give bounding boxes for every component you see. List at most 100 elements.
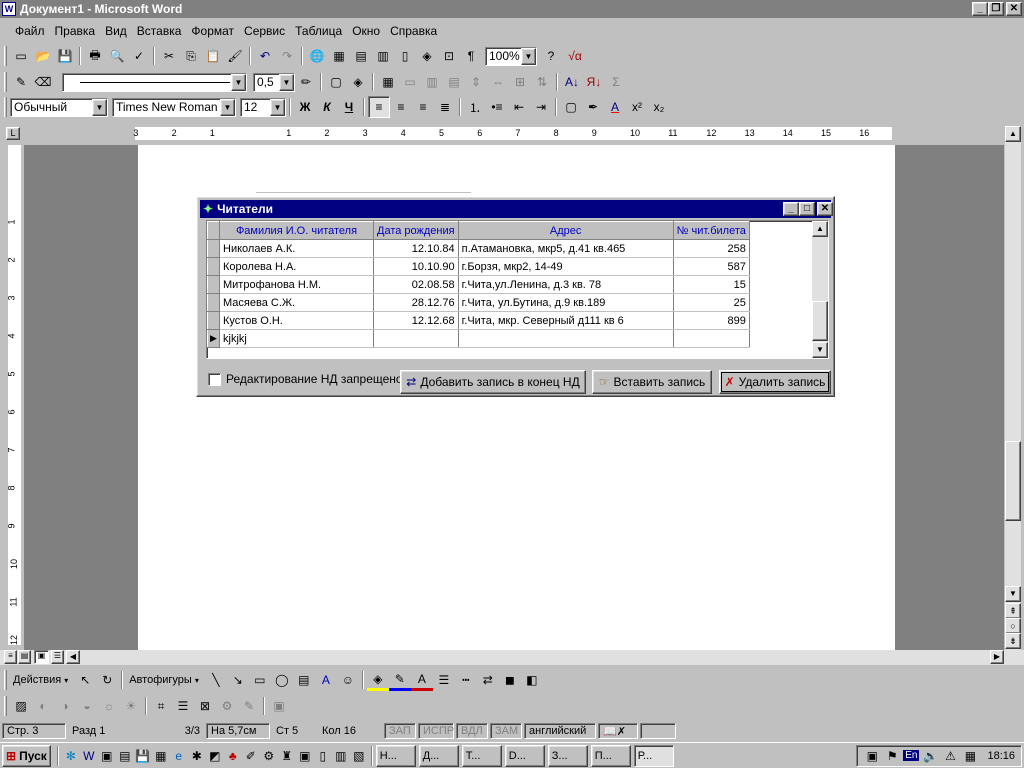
- maximize-button[interactable]: ❐: [988, 2, 1004, 16]
- cell-name[interactable]: Кустов О.Н.: [219, 311, 374, 330]
- font-color-icon[interactable]: A: [410, 669, 433, 691]
- taskbar-task-active[interactable]: Р...: [633, 744, 674, 767]
- justify-icon[interactable]: ≣: [434, 96, 456, 118]
- cell-card-number[interactable]: [673, 329, 750, 348]
- tray-icon[interactable]: ⚠: [941, 747, 959, 765]
- row-indicator[interactable]: [207, 293, 220, 312]
- merge-cells-icon[interactable]: ▭: [399, 71, 421, 93]
- menu-table[interactable]: Таблица: [290, 22, 347, 40]
- spelling-icon[interactable]: ✓: [128, 45, 150, 67]
- quicklaunch-icon[interactable]: ▤: [116, 747, 134, 765]
- undo-icon[interactable]: ↶: [254, 45, 276, 67]
- row-indicator[interactable]: [207, 239, 220, 258]
- arrow-icon[interactable]: ↘: [227, 669, 249, 691]
- save-icon[interactable]: 💾: [54, 45, 76, 67]
- insert-record-button[interactable]: ☞ Вставить запись: [592, 370, 712, 394]
- distribute-rows-icon[interactable]: ⇕: [465, 71, 487, 93]
- word-app-icon[interactable]: W: [2, 2, 16, 16]
- readers-grid[interactable]: Фамилия И.О. читателя Дата рождения Адре…: [206, 220, 829, 359]
- equation-icon[interactable]: √α: [562, 45, 588, 67]
- cell-card-number[interactable]: 25: [673, 293, 750, 312]
- outside-border-icon[interactable]: ▢: [325, 71, 347, 93]
- chevron-down-icon[interactable]: ▼: [231, 73, 246, 91]
- crop-icon[interactable]: ⌗: [150, 695, 172, 717]
- readonly-checkbox-row[interactable]: Редактирование НД запрещено: [208, 372, 403, 386]
- align-center-icon[interactable]: ≡: [390, 96, 412, 118]
- current-row-arrow-icon[interactable]: ▶: [207, 329, 220, 348]
- less-contrast-icon[interactable]: ◒: [76, 695, 98, 717]
- status-ext[interactable]: ВДЛ: [456, 723, 488, 739]
- oval-icon[interactable]: ◯: [271, 669, 293, 691]
- chevron-down-icon[interactable]: ▼: [279, 73, 294, 91]
- border-icon[interactable]: ▢: [560, 96, 582, 118]
- horizontal-ruler[interactable]: 3 2 1 1 2 3 4 5 6 7 8 9 10 11 12 13 14 15 16: [133, 127, 892, 140]
- shadow-icon[interactable]: ◼: [499, 669, 521, 691]
- font-color-icon[interactable]: A: [604, 96, 626, 118]
- autosum-icon[interactable]: Σ: [605, 71, 627, 93]
- format-painter-icon[interactable]: 🖌: [224, 45, 246, 67]
- quicklaunch-icon[interactable]: ♣: [224, 747, 242, 765]
- dash-style-icon[interactable]: ┅: [455, 669, 477, 691]
- page-layout-view-button[interactable]: ▣: [34, 650, 49, 664]
- quicklaunch-icon[interactable]: ♜: [278, 747, 296, 765]
- subscript-button[interactable]: x₂: [648, 96, 670, 118]
- table-row[interactable]: Масяева С.Ж. 28.12.76 г.Чита, ул.Бутина,…: [207, 293, 750, 312]
- zoom-select[interactable]: 100% ▼: [485, 46, 537, 66]
- taskbar-task[interactable]: D...: [504, 744, 545, 767]
- tab-selector[interactable]: L: [6, 127, 20, 140]
- text-wrapping-icon[interactable]: ⊠: [194, 695, 216, 717]
- copy-icon[interactable]: ⎘: [180, 45, 202, 67]
- open-folder-icon[interactable]: 📂: [32, 45, 54, 67]
- select-browse-object-button[interactable]: ○: [1005, 618, 1021, 634]
- redo-icon[interactable]: ↷: [276, 45, 298, 67]
- align-icon[interactable]: ▤: [443, 71, 465, 93]
- status-rec[interactable]: ЗАП: [384, 723, 416, 739]
- menu-insert[interactable]: Вставка: [132, 22, 187, 40]
- scroll-left-button[interactable]: ◀: [66, 650, 80, 664]
- row-indicator[interactable]: [207, 257, 220, 276]
- insert-picture-icon[interactable]: ▨: [10, 695, 32, 717]
- image-control-icon[interactable]: ◐: [32, 695, 54, 717]
- more-contrast-icon[interactable]: ◑: [54, 695, 76, 717]
- quicklaunch-icon[interactable]: 💾: [134, 747, 152, 765]
- outline-view-button[interactable]: ☰: [51, 650, 64, 664]
- cell-name[interactable]: Королева Н.А.: [219, 257, 374, 276]
- quicklaunch-icon[interactable]: ▥: [332, 747, 350, 765]
- bullets-icon[interactable]: •≡: [486, 96, 508, 118]
- arrow-style-icon[interactable]: ⇄: [477, 669, 499, 691]
- chevron-down-icon[interactable]: ▼: [270, 98, 285, 116]
- cell-birthdate[interactable]: 12.12.68: [373, 311, 459, 330]
- autoshapes-menu[interactable]: Автофигуры ▾: [126, 669, 202, 691]
- text-direction-icon[interactable]: ⇅: [531, 71, 553, 93]
- column-header-address[interactable]: Адрес: [457, 221, 674, 240]
- quicklaunch-icon[interactable]: ▯: [314, 747, 332, 765]
- taskbar-task[interactable]: П...: [590, 744, 631, 767]
- grid-scroll-thumb[interactable]: [812, 301, 828, 341]
- cell-address[interactable]: г.Чита, ул.Бутина, д.9 кв.189: [458, 293, 674, 312]
- status-ovr[interactable]: ЗАМ: [490, 723, 522, 739]
- dialog-minimize-button[interactable]: _: [783, 202, 799, 216]
- close-button[interactable]: ✕: [1006, 2, 1022, 16]
- cell-address[interactable]: г.Чита, мкр. Северный д111 кв 6: [458, 311, 674, 330]
- taskbar-task[interactable]: Т...: [461, 744, 502, 767]
- less-brightness-icon[interactable]: ☀: [120, 695, 142, 717]
- menu-tools[interactable]: Сервис: [239, 22, 290, 40]
- border-color-icon[interactable]: ✏: [295, 71, 317, 93]
- cell-card-number[interactable]: 258: [673, 239, 750, 258]
- scroll-down-button[interactable]: ▼: [1005, 586, 1021, 602]
- bold-button[interactable]: Ж: [294, 96, 316, 118]
- italic-button[interactable]: К: [316, 96, 338, 118]
- status-trk[interactable]: ИСПР: [418, 723, 454, 739]
- normal-view-button[interactable]: ≡: [4, 650, 17, 664]
- shading-color-icon[interactable]: ◈: [347, 71, 369, 93]
- quicklaunch-icon[interactable]: ✐: [242, 747, 260, 765]
- taskbar-task[interactable]: З...: [547, 744, 588, 767]
- dialog-close-button[interactable]: ✕: [817, 202, 833, 216]
- print-preview-icon[interactable]: 🔍: [106, 45, 128, 67]
- chevron-down-icon[interactable]: ▼: [521, 47, 536, 65]
- 3d-icon[interactable]: ◧: [521, 669, 543, 691]
- increase-indent-icon[interactable]: ⇥: [530, 96, 552, 118]
- split-cells-icon[interactable]: ▥: [421, 71, 443, 93]
- tray-icon[interactable]: ⚑: [883, 747, 901, 765]
- spelling-status-icon[interactable]: 📖✗: [598, 723, 638, 739]
